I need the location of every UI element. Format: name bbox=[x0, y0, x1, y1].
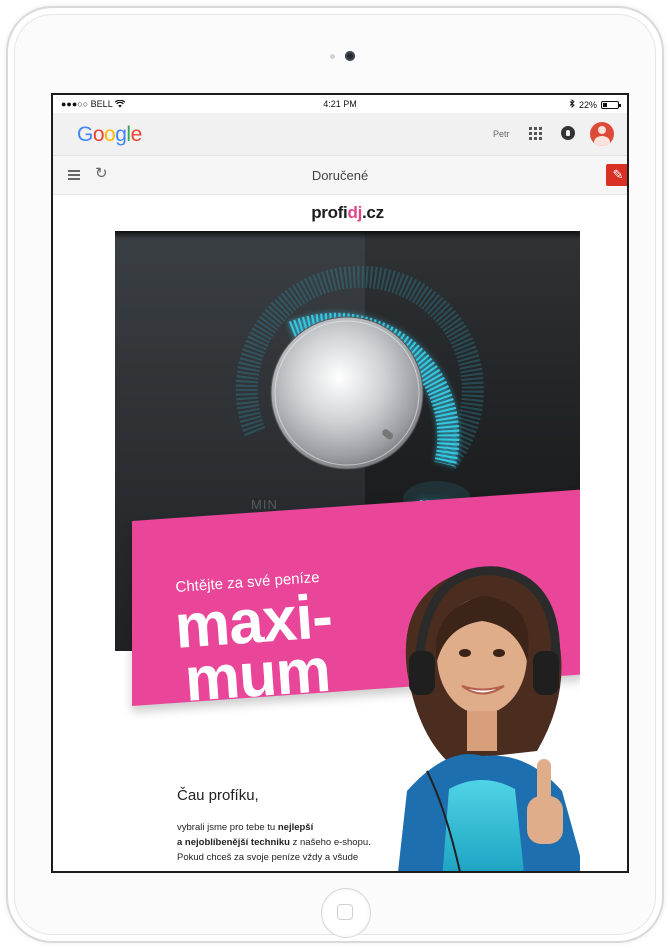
front-camera bbox=[345, 51, 355, 61]
brand-suffix: .cz bbox=[362, 203, 384, 222]
front-sensor bbox=[330, 54, 335, 59]
battery-icon bbox=[601, 100, 621, 109]
body-text-3: Pokud chceš za svoje peníze vždy a všude bbox=[177, 852, 359, 863]
user-name[interactable]: Petr bbox=[493, 129, 510, 139]
status-time: 4:21 PM bbox=[323, 99, 357, 109]
brand-prefix: profi bbox=[311, 203, 348, 222]
home-button-square bbox=[337, 904, 353, 920]
logo-letter: G bbox=[77, 123, 93, 146]
brand-highlight: dj bbox=[347, 203, 362, 222]
body-text-1: vybrali jsme pro tebe tu bbox=[177, 822, 278, 833]
compose-button[interactable]: ✎ bbox=[606, 164, 627, 186]
email-body: profidj.cz MIN Chtějte za své peníze max… bbox=[115, 195, 580, 871]
screen: ●●●○○ BELL 4:21 PM 22% Google Petr ↻ Dor… bbox=[51, 93, 629, 873]
pencil-icon: ✎ bbox=[612, 167, 624, 182]
google-logo[interactable]: Google bbox=[77, 123, 142, 147]
notifications-icon[interactable] bbox=[561, 126, 575, 140]
inbox-toolbar: ↻ Doručené ✎ bbox=[53, 156, 627, 195]
promo-headline-line2: mum bbox=[182, 635, 333, 715]
email-greeting: Čau profíku, bbox=[177, 787, 259, 804]
brand-logo[interactable]: profidj.cz bbox=[115, 203, 580, 223]
bluetooth-icon bbox=[569, 98, 575, 110]
battery-percent: 22% bbox=[578, 99, 597, 110]
logo-letter: g bbox=[115, 123, 127, 146]
status-bar: ●●●○○ BELL 4:21 PM 22% bbox=[53, 95, 627, 113]
home-button[interactable] bbox=[321, 888, 371, 938]
logo-letter: e bbox=[130, 123, 143, 146]
body-text-2: z našeho e-shopu. bbox=[289, 837, 371, 848]
status-right: 22% bbox=[569, 98, 621, 110]
battery-fill bbox=[603, 102, 607, 107]
folder-title: Doručené bbox=[311, 168, 369, 183]
apps-grid-icon[interactable] bbox=[529, 127, 542, 140]
body-bold-2: a nejoblíbenější techniku bbox=[177, 837, 290, 848]
logo-letter: o bbox=[104, 123, 116, 146]
knob-min-label: MIN bbox=[251, 497, 278, 512]
email-paragraph: vybrali jsme pro tebe tu nejlepší a nejo… bbox=[177, 820, 417, 865]
logo-letter: o bbox=[92, 123, 105, 146]
body-bold-1: nejlepší bbox=[277, 822, 314, 833]
google-header: Google Petr bbox=[53, 113, 627, 156]
avatar[interactable] bbox=[590, 122, 614, 146]
ipad-frame: ●●●○○ BELL 4:21 PM 22% Google Petr ↻ Dor… bbox=[6, 6, 664, 943]
